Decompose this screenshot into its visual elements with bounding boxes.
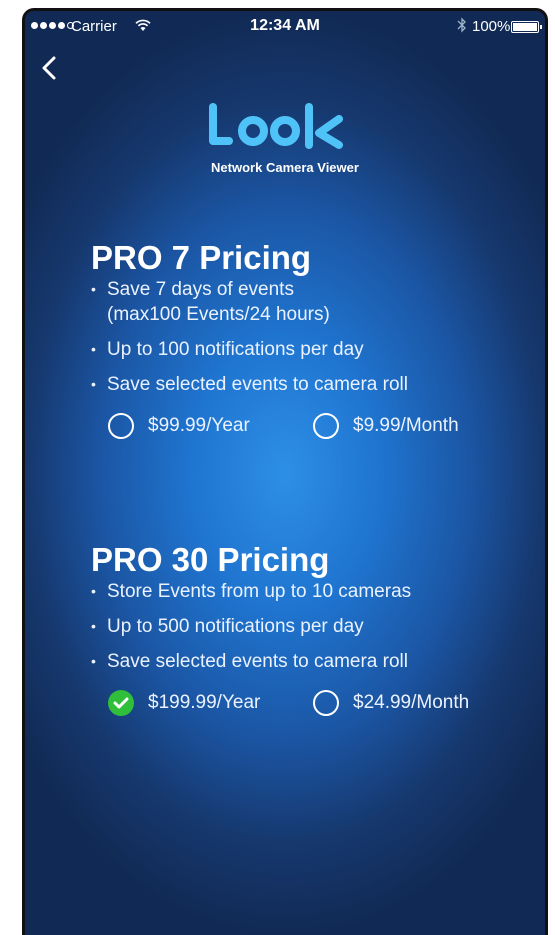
option-label: $199.99/Year [148, 692, 261, 713]
feature-list: • Store Events from up to 10 cameras • U… [91, 579, 535, 674]
phone-frame: Carrier 12:34 AM 100% Network Camera Vie… [22, 8, 548, 935]
battery-icon [511, 21, 542, 33]
option-pro7-monthly[interactable]: $9.99/Month [313, 413, 459, 439]
feature-item: • Up to 100 notifications per day [91, 337, 535, 362]
app-logo: Network Camera Viewer [25, 101, 545, 175]
logo-tagline: Network Camera Viewer [211, 160, 359, 175]
feature-item: • Store Events from up to 10 cameras [91, 579, 535, 604]
feature-text: Save 7 days of events [107, 279, 294, 300]
feature-list: • Save 7 days of events (max100 Events/2… [91, 277, 535, 397]
plan-pro30: PRO 30 Pricing • Store Events from up to… [91, 541, 535, 726]
option-pro7-yearly[interactable]: $99.99/Year [108, 413, 250, 439]
status-bar: Carrier 12:34 AM 100% [25, 11, 545, 45]
radio-unchecked-icon[interactable] [313, 690, 339, 716]
battery-percentage: 100% [472, 18, 511, 35]
checkmark-icon [113, 697, 129, 709]
bluetooth-icon [457, 17, 467, 37]
chevron-left-icon [42, 56, 56, 80]
bullet-icon: • [91, 281, 96, 297]
radio-unchecked-icon[interactable] [313, 413, 339, 439]
plan-title: PRO 30 Pricing [91, 541, 330, 578]
plan-pro7: PRO 7 Pricing • Save 7 days of events (m… [91, 239, 535, 449]
bullet-icon: • [91, 583, 96, 599]
feature-text: Store Events from up to 10 cameras [107, 581, 412, 602]
back-button[interactable] [39, 55, 67, 85]
app-screen: Carrier 12:34 AM 100% Network Camera Vie… [25, 11, 545, 935]
option-label: $99.99/Year [148, 415, 250, 436]
feature-text-note: (max100 Events/24 hours) [107, 304, 330, 325]
feature-text: Up to 500 notifications per day [107, 616, 364, 637]
feature-item: • Save selected events to camera roll [91, 649, 535, 674]
option-label: $9.99/Month [353, 415, 459, 436]
price-options: $99.99/Year $9.99/Month [91, 413, 535, 449]
option-pro30-yearly[interactable]: $199.99/Year [108, 690, 260, 716]
feature-item: • Up to 500 notifications per day [91, 614, 535, 639]
bullet-icon: • [91, 376, 96, 392]
bullet-icon: • [91, 618, 96, 634]
option-pro30-monthly[interactable]: $24.99/Month [313, 690, 469, 716]
plan-title: PRO 7 Pricing [91, 239, 312, 276]
feature-item: • Save selected events to camera roll [91, 372, 535, 397]
feature-text: Save selected events to camera roll [107, 651, 408, 672]
option-label: $24.99/Month [353, 692, 470, 713]
feature-item: • Save 7 days of events (max100 Events/2… [91, 277, 535, 327]
bullet-icon: • [91, 341, 96, 357]
radio-checked-icon[interactable] [108, 690, 134, 716]
bullet-icon: • [91, 653, 96, 669]
feature-text: Save selected events to camera roll [107, 374, 408, 395]
status-time: 12:34 AM [250, 17, 320, 34]
feature-text: Up to 100 notifications per day [107, 339, 364, 360]
radio-unchecked-icon[interactable] [108, 413, 134, 439]
look-logo-icon [209, 103, 343, 149]
price-options: $199.99/Year $24.99/Month [91, 690, 535, 726]
